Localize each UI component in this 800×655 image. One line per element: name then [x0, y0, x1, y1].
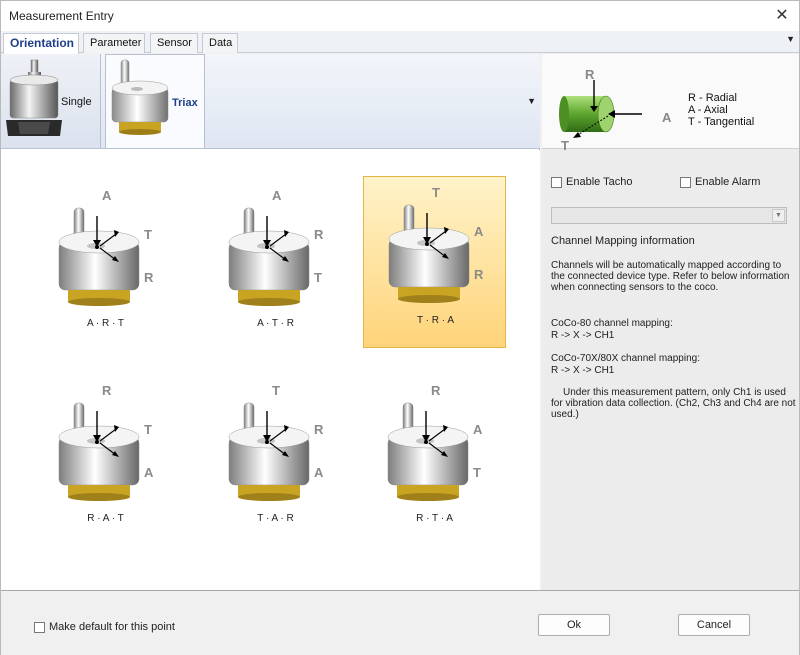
enable-tacho-checkbox[interactable]: Enable Tacho [551, 176, 632, 188]
axis-label-lower-right: R [474, 267, 484, 282]
orientation-option-3[interactable]: R T A R · A · T [34, 375, 177, 547]
enable-alarm-checkbox[interactable]: Enable Alarm [680, 176, 760, 188]
channel-mapping-description: Channels will be automatically mapped ac… [551, 260, 790, 293]
legend-axis-r-label: R [585, 67, 595, 82]
orientation-caption: R · A · T [87, 513, 124, 524]
tab-overflow-chevron-down-icon[interactable]: ▼ [786, 34, 795, 44]
axis-label-lower-right: R [144, 270, 154, 285]
chevron-down-icon[interactable]: ▼ [772, 209, 785, 222]
sensor-type-chevron-down-icon[interactable]: ▼ [527, 96, 536, 106]
orientation-option-0[interactable]: A T R A · R · T [34, 180, 177, 352]
orientation-pane: Single Triax ▼ ATRA · R · TARTA · T · R … [1, 54, 540, 590]
axis-label-lower-right: T [473, 465, 481, 480]
coco80-mapping-title: CoCo-80 channel mapping: [551, 318, 673, 329]
tab-parameter[interactable]: Parameter [83, 33, 145, 53]
legend-axis-a-label: A [662, 110, 672, 125]
axis-label-upper-right: R [314, 227, 324, 242]
measurement-entry-dialog: Measurement Entry ✕ Orientation Paramete… [0, 0, 800, 655]
sensor-type-bar: Single Triax ▼ [1, 54, 540, 149]
details-pane: R A T R - Radial A - Axial T - Tangentia… [542, 54, 799, 590]
ok-button[interactable]: Ok [538, 614, 610, 636]
sensor-type-triax-label: Triax [172, 97, 198, 109]
sensor-type-single-label: Single [61, 96, 92, 108]
triax-sensor-icon [111, 59, 169, 135]
orientation-caption: R · T · A [416, 513, 453, 524]
orientation-caption: T · R · A [416, 315, 455, 326]
enable-tacho-box[interactable] [551, 176, 562, 188]
orientation-grid: ATRA · R · TARTA · T · RTART · R · ARTAR… [1, 150, 540, 590]
orientation-option-1[interactable]: A R T A · T · R [204, 180, 347, 352]
tab-orientation[interactable]: Orientation [3, 33, 79, 54]
axis-label-top: T [272, 383, 280, 398]
enable-tacho-label: Enable Tacho [566, 176, 633, 188]
tab-data[interactable]: Data [202, 33, 238, 53]
legend-radial: R - Radial [688, 92, 737, 104]
axis-label-upper-right: A [473, 422, 483, 437]
legend-tangential: T - Tangential [688, 116, 755, 128]
axis-label-upper-right: A [474, 224, 484, 239]
close-icon[interactable]: ✕ [771, 5, 793, 27]
single-sensor-icon [6, 59, 62, 136]
channel-mapping-heading: Channel Mapping information [551, 235, 695, 247]
coco70x-mapping-title: CoCo-70X/80X channel mapping: [551, 353, 700, 364]
axis-label-top: T [432, 185, 440, 200]
axis-label-upper-right: T [144, 422, 152, 437]
axis-legend-cylinder-icon [559, 80, 642, 138]
make-default-box[interactable] [34, 621, 45, 633]
title-bar: Measurement Entry ✕ [1, 1, 799, 31]
axis-label-top: A [102, 188, 112, 203]
axis-label-top: R [431, 383, 441, 398]
channel-usage-note: Under this measurement pattern, only Ch1… [551, 387, 796, 420]
coco80-mapping-value: R -> X -> CH1 [551, 330, 615, 341]
enable-alarm-box[interactable] [680, 176, 691, 188]
axis-label-upper-right: R [314, 422, 324, 437]
make-default-label: Make default for this point [49, 621, 175, 633]
orientation-caption: T · A · R [257, 513, 294, 524]
enable-alarm-label: Enable Alarm [695, 176, 761, 188]
axis-label-lower-right: A [144, 465, 154, 480]
axis-legend: R A T R - Radial A - Axial T - Tangentia… [542, 54, 799, 153]
sensor-type-triax-button[interactable]: Triax [105, 54, 205, 148]
orientation-option-2[interactable]: T A R T · R · A [363, 176, 506, 348]
orientation-caption: A · R · T [86, 318, 125, 329]
axis-label-lower-right: T [314, 270, 322, 285]
axis-label-lower-right: A [314, 465, 324, 480]
orientation-option-4[interactable]: T R A T · A · R [204, 375, 347, 547]
sensor-type-single-button[interactable]: Single [1, 54, 101, 148]
axis-label-top: R [102, 383, 112, 398]
axis-label-top: A [272, 188, 282, 203]
orientation-caption: A · T · R [257, 318, 294, 329]
axis-label-upper-right: T [144, 227, 152, 242]
channel-select[interactable]: ▼ [551, 207, 787, 224]
footer-bar: Make default for this point Ok Cancel [1, 590, 799, 655]
legend-axis-t-label: T [561, 138, 569, 153]
legend-axial: A - Axial [688, 104, 728, 116]
make-default-checkbox[interactable]: Make default for this point [34, 621, 175, 633]
window-title: Measurement Entry [9, 9, 114, 23]
orientation-option-5[interactable]: R A T R · T · A [363, 375, 506, 547]
cancel-button[interactable]: Cancel [678, 614, 750, 636]
tab-sensor[interactable]: Sensor [150, 33, 198, 53]
tab-bar: Orientation Parameter Sensor Data [1, 31, 799, 54]
coco70x-mapping-value: R -> X -> CH1 [551, 365, 615, 376]
